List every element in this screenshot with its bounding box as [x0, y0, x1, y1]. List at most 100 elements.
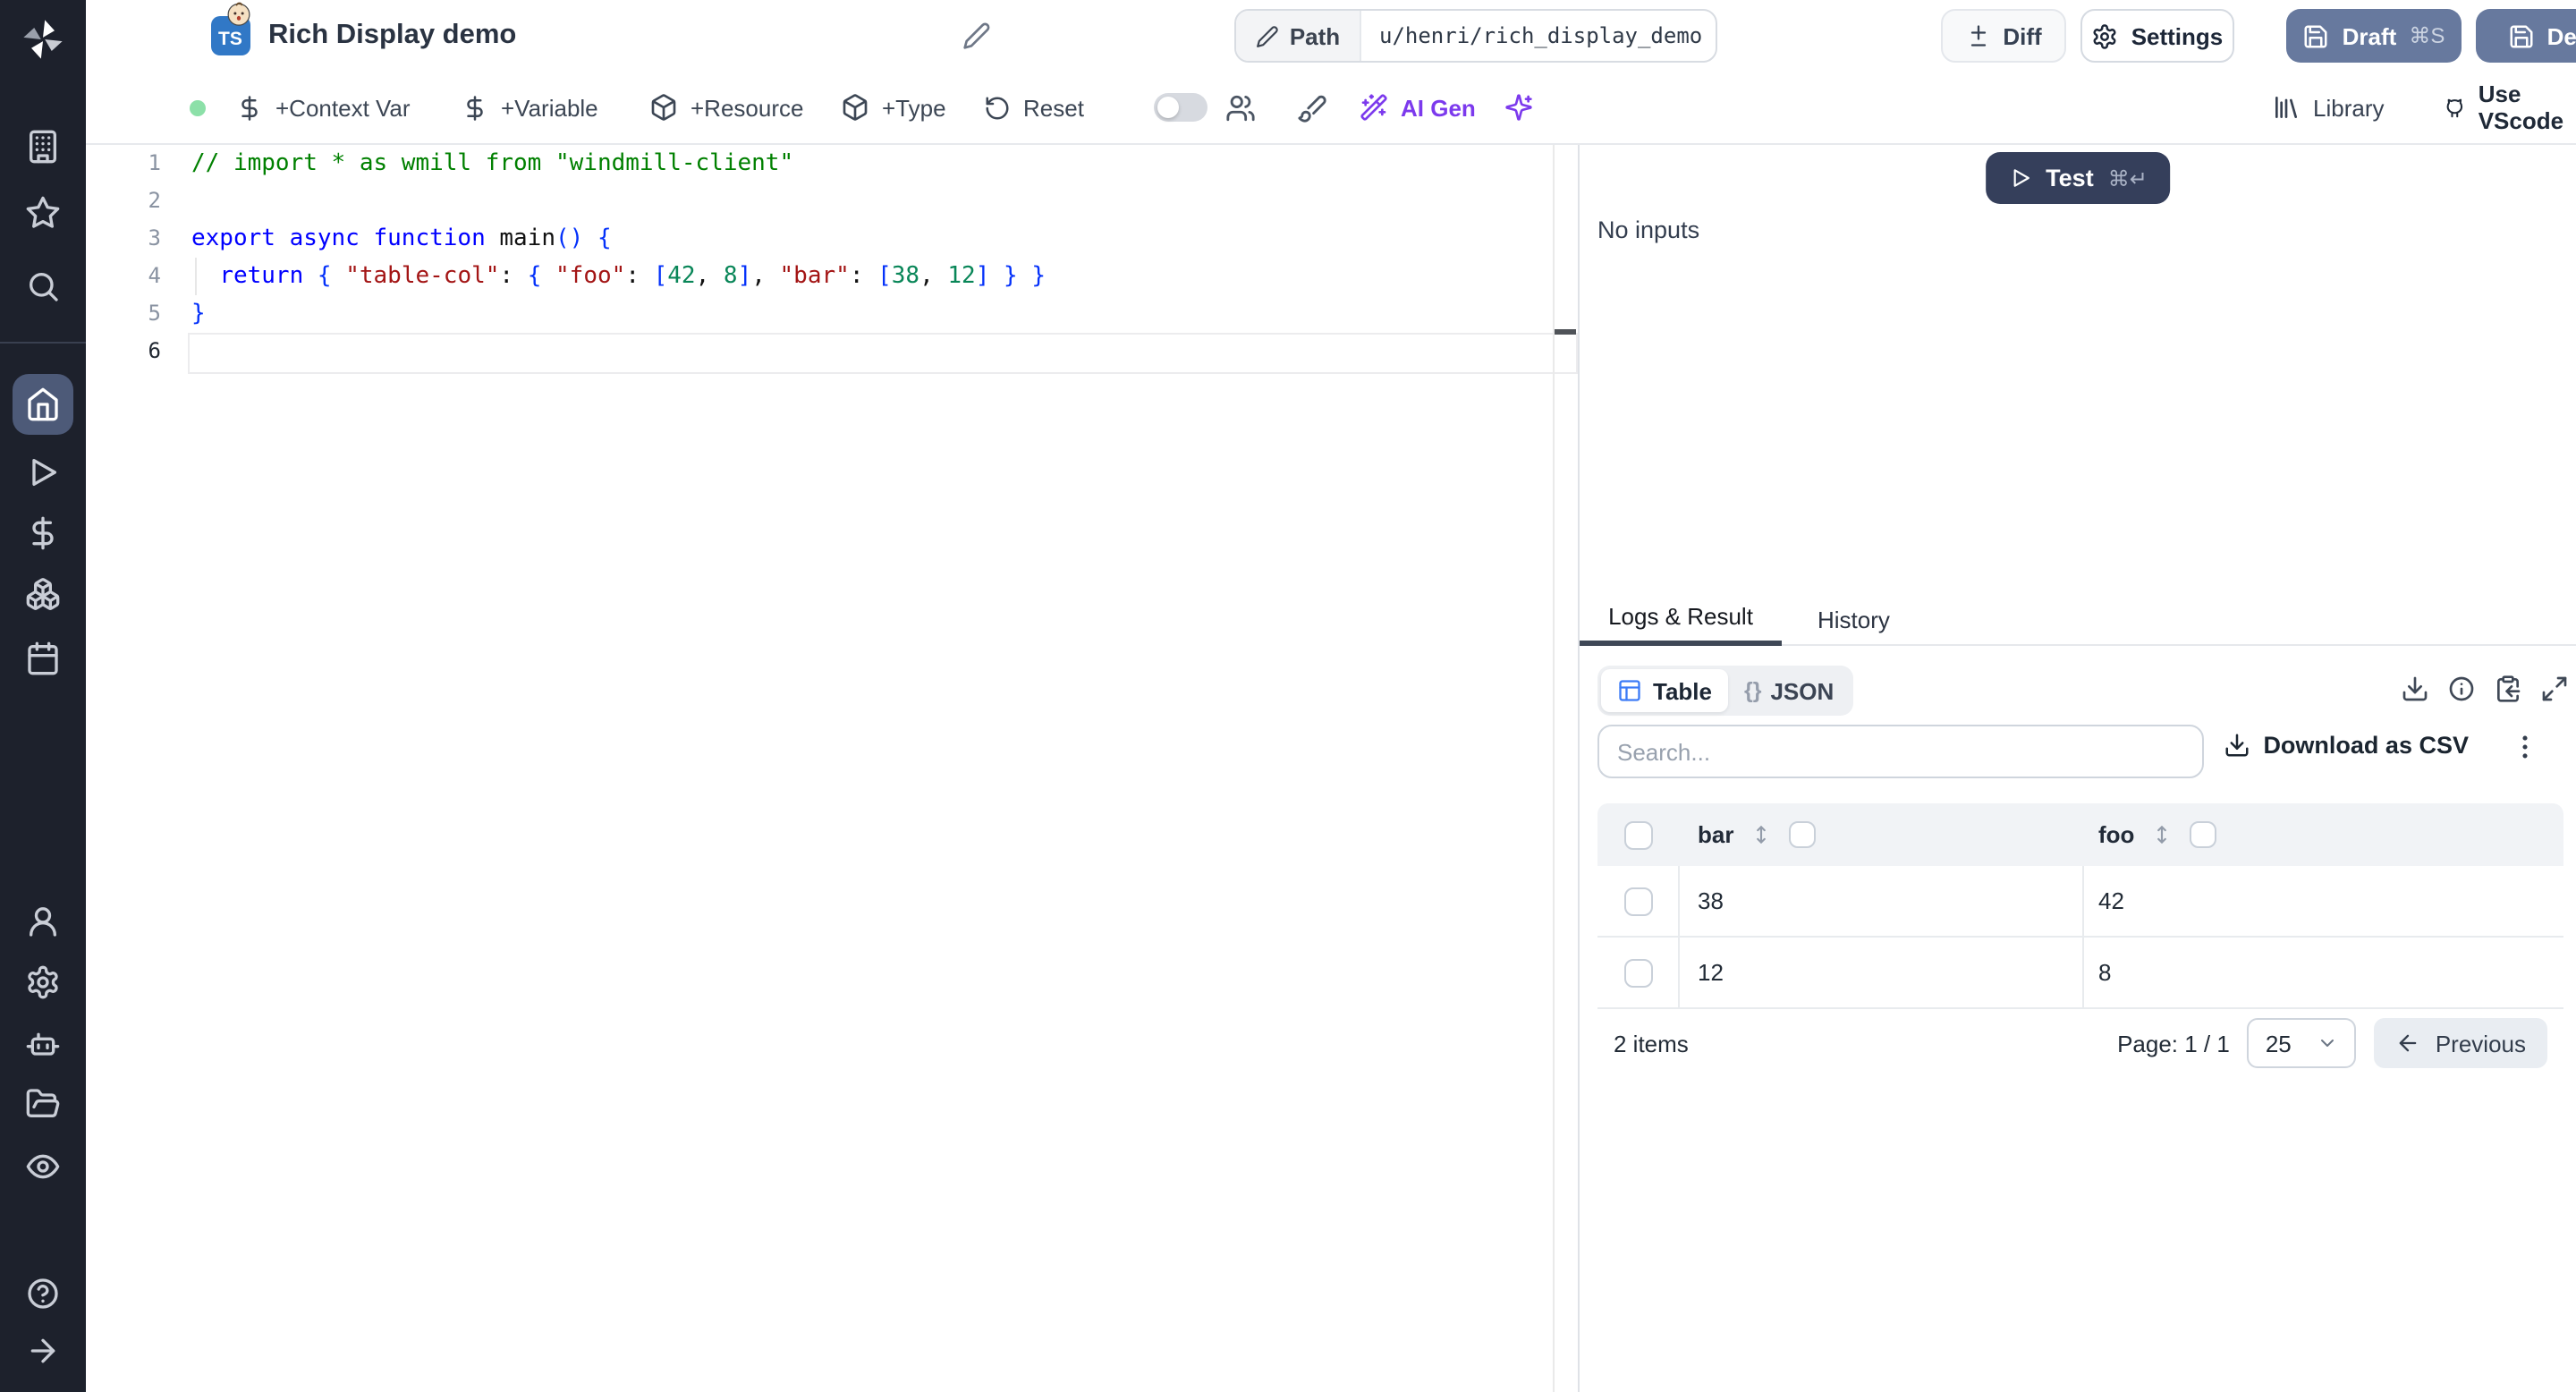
previous-page-button[interactable]: Previous — [2374, 1018, 2547, 1068]
library-button[interactable]: Library — [2272, 72, 2385, 143]
sidebar-item-resources[interactable] — [0, 576, 86, 612]
search-icon — [30, 273, 58, 301]
select-all-checkbox[interactable] — [1624, 820, 1653, 849]
code-line[interactable]: 2 — [86, 182, 1578, 220]
table-cell: 42 — [2098, 887, 2124, 913]
column-checkbox[interactable] — [2190, 821, 2217, 848]
windmill-logo[interactable] — [0, 16, 86, 63]
building-icon — [30, 130, 56, 164]
view-toggle-table-label: Table — [1653, 677, 1712, 704]
arrow-left-icon — [2400, 1034, 2418, 1052]
column-checkbox[interactable] — [1789, 821, 1817, 848]
add-type-button[interactable]: +Type — [841, 72, 946, 143]
tab-history[interactable]: History — [1782, 592, 1926, 646]
sidebar-item-schedules[interactable] — [0, 641, 86, 676]
view-toggle-table[interactable]: Table — [1601, 669, 1728, 712]
code-lines: 1 // import * as wmill from "windmill-cli… — [86, 145, 1578, 374]
sidebar-item-workspace[interactable] — [0, 129, 86, 165]
add-type-label: +Type — [882, 94, 946, 121]
path-edit-button[interactable]: Path — [1236, 11, 1361, 61]
line-number: 3 — [148, 225, 161, 250]
sidebar-item-search[interactable] — [0, 268, 86, 304]
code-text: } — [191, 301, 206, 327]
download-result-button[interactable] — [2401, 675, 2429, 703]
column-header-bar[interactable]: bar — [1680, 821, 2084, 848]
add-resource-button[interactable]: +Resource — [649, 72, 803, 143]
code-line[interactable]: 6 — [86, 333, 1578, 374]
copy-result-button[interactable] — [2494, 675, 2522, 703]
format-code-button[interactable] — [1297, 72, 1327, 143]
folder-open-icon — [26, 1089, 60, 1117]
save-draft-button[interactable]: Draft ⌘S — [2286, 9, 2462, 63]
download-csv-button[interactable]: Download as CSV — [2224, 732, 2469, 759]
sidebar-item-help[interactable] — [0, 1276, 86, 1311]
dollar-icon — [32, 516, 54, 550]
code-editor[interactable]: 1 // import * as wmill from "windmill-cli… — [86, 145, 1578, 1392]
add-context-var-button[interactable]: +Context Var — [236, 72, 411, 143]
sidebar-item-runs[interactable] — [0, 454, 86, 490]
deploy-label: Deploy — [2546, 22, 2576, 49]
code-line[interactable]: 3 export async function main() { — [86, 220, 1578, 258]
page-title: Rich Display demo — [268, 20, 517, 50]
edit-title-button[interactable] — [962, 21, 991, 50]
sidebar-expand-button[interactable] — [0, 1333, 86, 1369]
result-info-button[interactable] — [2447, 675, 2476, 703]
table-footer: 2 items Page: 1 / 1 25 Previous — [1597, 1009, 2563, 1077]
library-label: Library — [2313, 94, 2385, 121]
run-result-pane: Test ⌘↵ No inputs Logs & Result History … — [1580, 145, 2576, 1392]
table-row[interactable]: 12 8 — [1597, 937, 2563, 1009]
code-text: // import * as wmill from "windmill-clie… — [191, 150, 794, 177]
download-csv-label: Download as CSV — [2263, 732, 2469, 759]
collaboration-button[interactable] — [1225, 72, 1256, 143]
test-button[interactable]: Test ⌘↵ — [1985, 152, 2171, 204]
table-row[interactable]: 38 42 — [1597, 865, 2563, 938]
sidebar-item-settings[interactable] — [0, 964, 86, 1000]
settings-label: Settings — [2131, 22, 2224, 49]
path-widget[interactable]: Path u/henri/rich_display_demo — [1234, 9, 1717, 63]
code-line[interactable]: 4 return { "table-col": { "foo": [42, 8]… — [86, 258, 1578, 295]
play-icon — [32, 459, 56, 486]
reset-button[interactable]: Reset — [984, 72, 1084, 143]
baby-face-emoji — [227, 2, 250, 26]
code-line[interactable]: 1 // import * as wmill from "windmill-cli… — [86, 145, 1578, 182]
sidebar-item-workers[interactable] — [0, 1027, 86, 1063]
sort-icon[interactable] — [2150, 823, 2174, 846]
status-indicator-green — [190, 100, 206, 116]
sidebar-item-audit-logs[interactable] — [0, 1149, 86, 1184]
download-icon — [2225, 734, 2249, 757]
result-table: bar foo 38 42 12 8 2 items Page: 1 / 1 2… — [1597, 803, 2563, 1077]
column-label: foo — [2098, 821, 2135, 848]
table-cell: 12 — [1680, 937, 2084, 1008]
help-circle-icon — [28, 1278, 58, 1309]
expand-result-button[interactable] — [2540, 675, 2569, 703]
cursor-overview-marker — [1555, 329, 1576, 335]
sort-icon[interactable] — [1750, 823, 1773, 846]
line-number: 2 — [148, 188, 161, 213]
sidebar-item-variables[interactable] — [0, 515, 86, 551]
reset-label: Reset — [1023, 94, 1084, 121]
no-inputs-message: No inputs — [1597, 216, 1700, 243]
sidebar-item-folders[interactable] — [0, 1086, 86, 1122]
diff-button[interactable]: Diff — [1941, 9, 2066, 63]
ai-suggestions-button[interactable] — [1504, 72, 1533, 143]
sidebar-item-favorites[interactable] — [0, 195, 86, 231]
deploy-button[interactable]: Deploy — [2476, 9, 2576, 63]
table-menu-button[interactable] — [2510, 732, 2540, 762]
ai-gen-button[interactable]: AI Gen — [1360, 72, 1476, 143]
settings-button[interactable]: Settings — [2080, 9, 2234, 63]
diff-mode-toggle[interactable] — [1154, 93, 1208, 122]
search-input[interactable] — [1597, 725, 2204, 778]
code-line[interactable]: 5} — [86, 295, 1578, 333]
download-icon — [2402, 676, 2428, 701]
sidebar-item-home-active[interactable] — [13, 374, 73, 435]
table-cell: 38 — [1680, 865, 2084, 937]
row-checkbox[interactable] — [1623, 887, 1652, 915]
add-variable-button[interactable]: +Variable — [462, 72, 598, 143]
use-vscode-button[interactable]: Use VScode — [2444, 72, 2576, 143]
column-header-foo[interactable]: foo — [2084, 821, 2563, 848]
sidebar-item-users[interactable] — [0, 904, 86, 939]
view-toggle-json[interactable]: {} JSON — [1728, 669, 1850, 712]
tab-logs-and-result[interactable]: Logs & Result — [1580, 592, 1782, 646]
page-size-select[interactable]: 25 — [2247, 1018, 2357, 1068]
row-checkbox[interactable] — [1623, 958, 1652, 987]
